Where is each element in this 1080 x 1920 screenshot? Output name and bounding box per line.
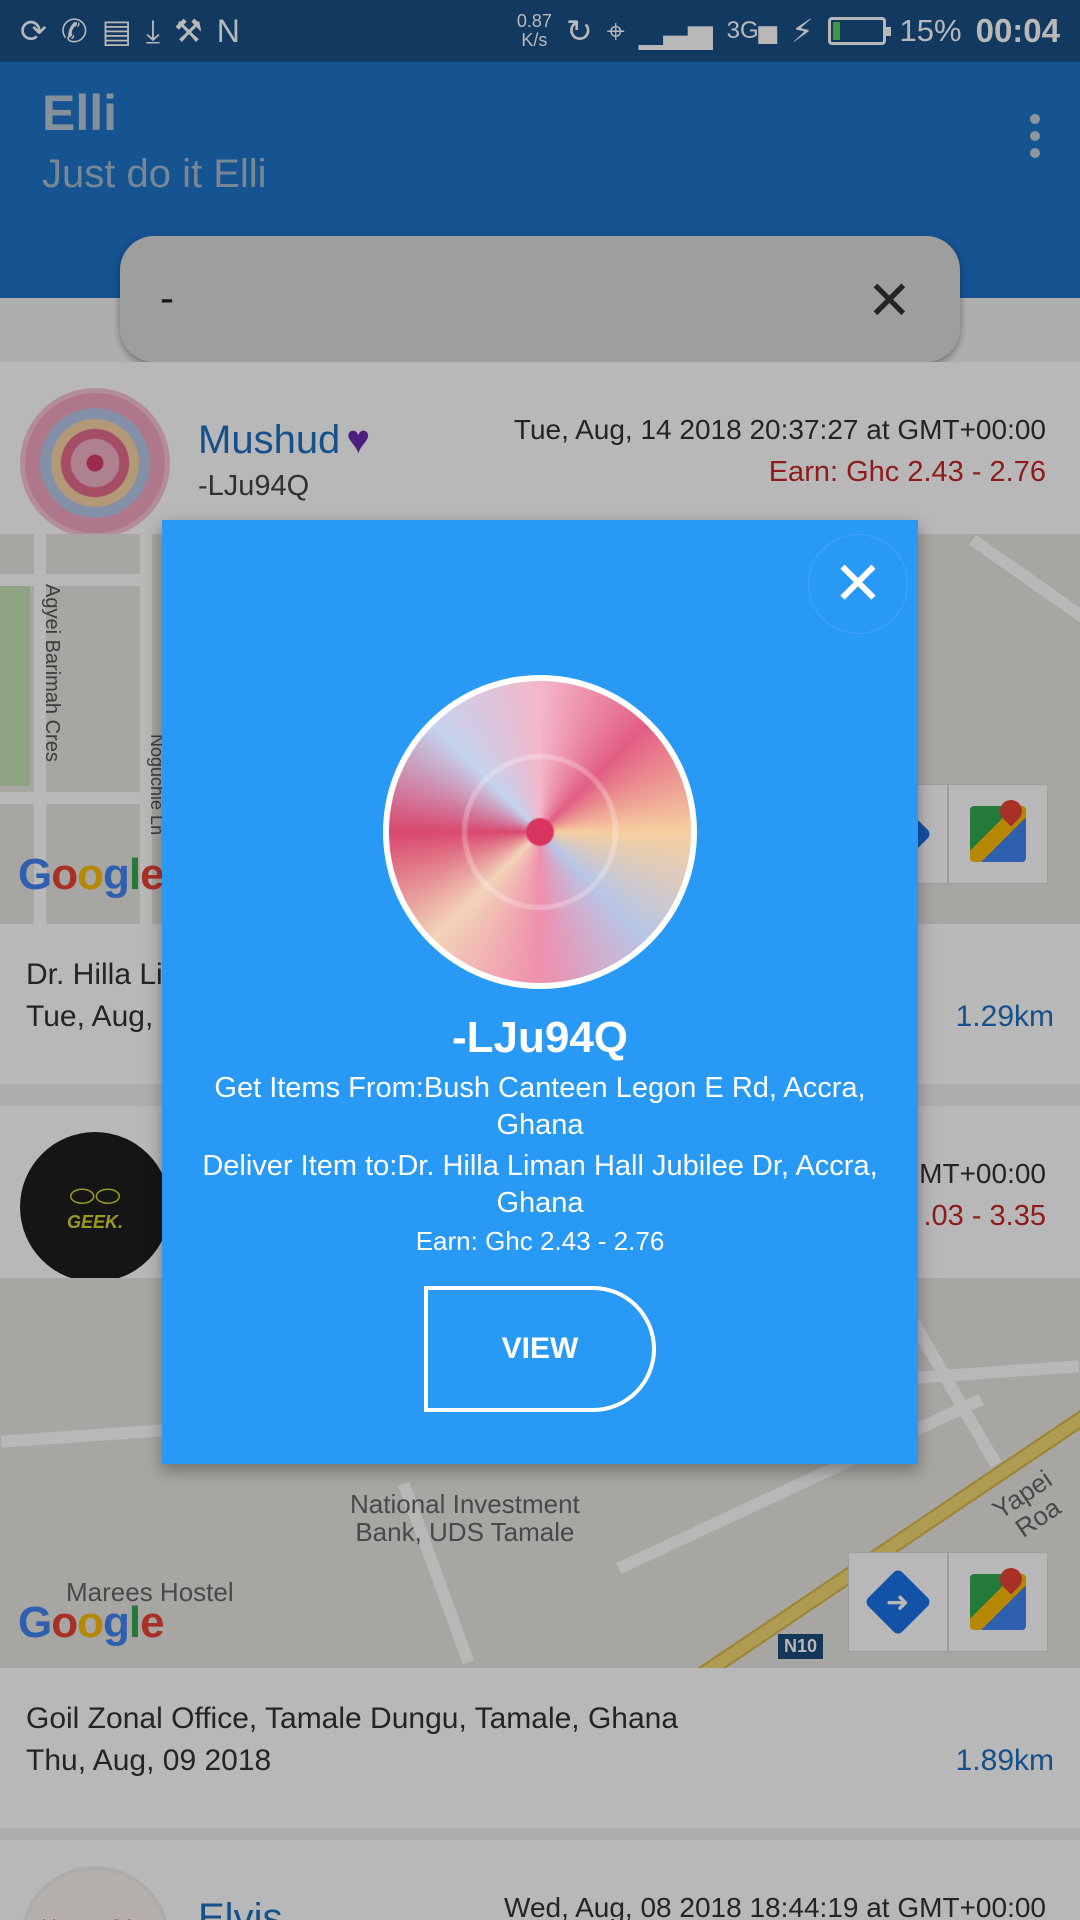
customer-avatar — [383, 675, 697, 989]
earn-range: Earn: Ghc 2.43 - 2.76 — [415, 1226, 665, 1256]
delivery-location: Deliver Item to:Dr. Hilla Liman Hall Jub… — [202, 1150, 878, 1219]
order-code: -LJu94Q — [451, 1013, 629, 1062]
close-icon[interactable]: ✕ — [808, 534, 908, 634]
pickup-location: Get Items From:Bush Canteen Legon E Rd, … — [214, 1072, 866, 1141]
order-detail-dialog: ✕ -LJu94Q Get Items From:Bush Canteen Le… — [162, 520, 918, 1464]
view-button[interactable]: VIEW — [424, 1286, 656, 1412]
